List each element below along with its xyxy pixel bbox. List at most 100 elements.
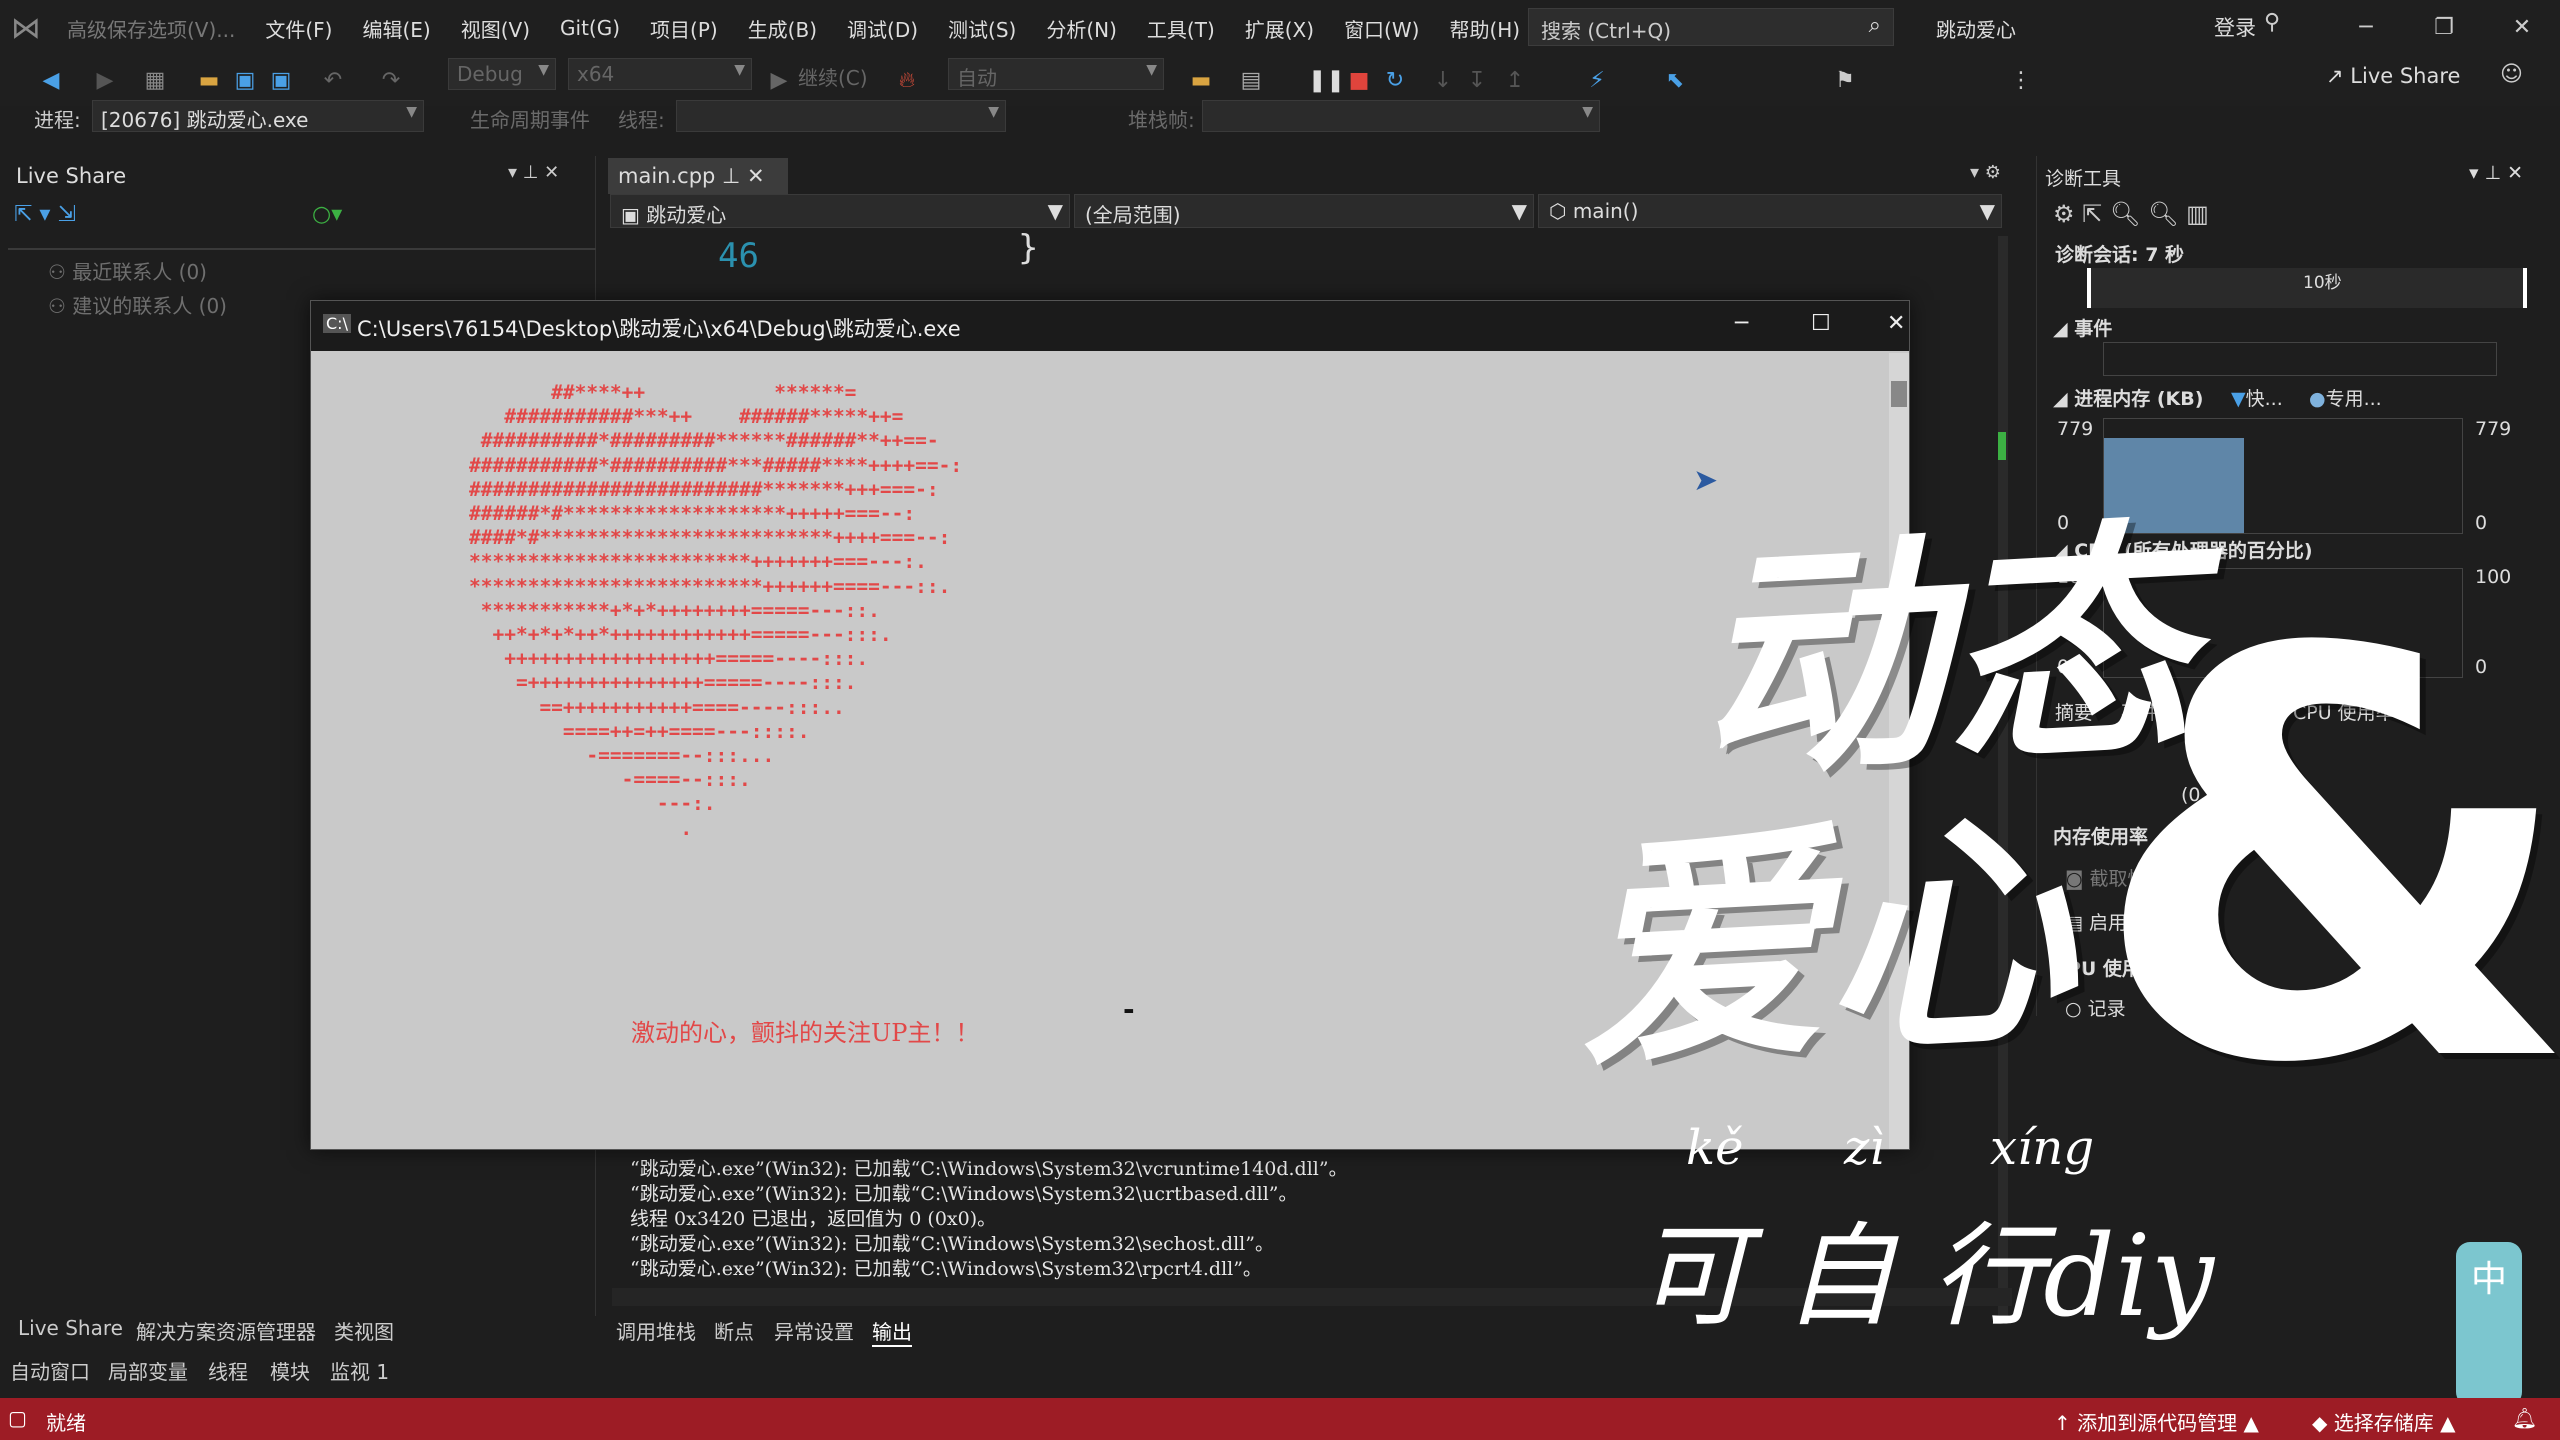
restore-icon[interactable]: ❐	[2424, 8, 2464, 48]
menu-debug[interactable]: 调试(D)	[832, 14, 933, 43]
status-circle-icon[interactable]: ○▾	[312, 202, 342, 227]
undo-icon[interactable]: ↶	[318, 66, 348, 96]
menu-window[interactable]: 窗口(W)	[1329, 14, 1434, 43]
save-icon[interactable]: ▣	[230, 66, 260, 96]
overflow-icon[interactable]: ⋮	[2006, 66, 2036, 96]
back-icon[interactable]: ◀	[36, 66, 66, 96]
login-button[interactable]: 登录	[2214, 12, 2256, 42]
tab-main-cpp[interactable]: main.cpp ⊥ ✕	[608, 158, 788, 194]
hot-reload-icon[interactable]: 🔥︎	[892, 66, 922, 96]
menu-build[interactable]: 生成(B)	[733, 14, 832, 43]
tab-call-stack[interactable]: 调用堆栈	[616, 1316, 696, 1345]
mem-max-right: 779	[2475, 418, 2512, 440]
minimize-icon[interactable]: ─	[2346, 8, 2386, 48]
pause-icon[interactable]: ❚❚	[1308, 66, 1345, 96]
mem-legend-2[interactable]: ●专用...	[2309, 384, 2382, 411]
heart-line: -=======--:::...	[469, 744, 775, 768]
events-header[interactable]: ◢ 事件	[2053, 314, 2112, 341]
tab-exceptions[interactable]: 异常设置	[774, 1316, 854, 1345]
step-into-icon[interactable]: ↓	[1428, 66, 1458, 96]
tab-modules[interactable]: 模块	[270, 1356, 310, 1385]
share-icon[interactable]: ⇱ ▾ ⇲	[14, 202, 76, 227]
continue-label[interactable]: 继续(C)	[798, 62, 868, 91]
nav-scope-combo[interactable]: (全局范围) ▼	[1074, 194, 1534, 228]
config-combo[interactable]: Debug ▼	[448, 58, 556, 90]
nav-file-combo[interactable]: ▣ 跳动爱心 ▼	[610, 194, 1070, 228]
step-over-icon[interactable]: ↧	[1462, 66, 1492, 96]
lifecycle-events[interactable]: 生命周期事件	[470, 104, 590, 133]
nav-scope-value: (全局范围)	[1085, 203, 1181, 227]
layout-icon[interactable]: ▤	[1236, 66, 1266, 96]
process-combo[interactable]: [20676] 跳动爱心.exe ▼	[92, 100, 424, 132]
account-icon[interactable]: ⚲	[2264, 10, 2280, 35]
diag-toolbar-icons[interactable]: ⚙ ⇱ 🔍︎ 🔍︎ ▥	[2053, 200, 2209, 228]
notification-icon[interactable]: 🔔︎	[2512, 1406, 2537, 1430]
select-repo[interactable]: ◆ 选择存储库 ▲	[2312, 1407, 2456, 1436]
platform-combo[interactable]: x64 ▼	[568, 58, 752, 90]
continue-icon[interactable]: ▶	[764, 66, 794, 96]
menu-file[interactable]: 文件(F)	[250, 14, 347, 43]
open-folder-icon[interactable]: ▬	[194, 66, 224, 96]
recent-contacts[interactable]: ⚇ 最近联系人 (0)	[48, 256, 207, 285]
nav-func-combo[interactable]: ⬡ main() ▼	[1538, 194, 2002, 228]
console-app-icon: C:\	[323, 314, 351, 333]
ime-indicator[interactable]: 中	[2456, 1242, 2522, 1406]
menu-git[interactable]: Git(G)	[545, 16, 635, 40]
menu-view[interactable]: 视图(V)	[446, 14, 545, 43]
stop-icon[interactable]: ■	[1344, 66, 1374, 96]
vs-logo-icon[interactable]: ⋈	[0, 0, 52, 56]
pin-icon[interactable]: ▾ ⊥ ✕	[508, 162, 559, 183]
save-all-icon[interactable]: ▣	[266, 66, 296, 96]
menu-tools[interactable]: 工具(T)	[1132, 14, 1230, 43]
search-placeholder: 搜索 (Ctrl+Q)	[1541, 19, 1672, 43]
console-close-icon[interactable]: ✕	[1887, 311, 1905, 336]
menu-test[interactable]: 测试(S)	[933, 14, 1031, 43]
menu-analyze[interactable]: 分析(N)	[1031, 14, 1132, 43]
menu-extensions[interactable]: 扩展(X)	[1230, 14, 1329, 43]
new-item-icon[interactable]: ▦	[140, 66, 170, 96]
forward-icon[interactable]: ▶	[90, 66, 120, 96]
suggested-contacts[interactable]: ⚇ 建议的联系人 (0)	[48, 290, 227, 319]
bookmark-icon[interactable]: ⚑	[1830, 66, 1860, 96]
overlay-pinyin-2: zì	[1844, 1120, 1885, 1176]
redo-icon[interactable]: ↷	[376, 66, 406, 96]
add-source-control[interactable]: ↑ 添加到源代码管理 ▲	[2054, 1407, 2259, 1436]
tab-breakpoints[interactable]: 断点	[714, 1316, 754, 1345]
tab-solution-explorer[interactable]: 解决方案资源管理器	[136, 1316, 316, 1345]
tab-threads[interactable]: 线程	[208, 1356, 248, 1385]
console-scroll-thumb[interactable]	[1891, 381, 1907, 407]
tab-output[interactable]: 输出	[872, 1316, 912, 1347]
restart-icon[interactable]: ↻	[1380, 66, 1410, 96]
pointer-icon[interactable]: ⬉	[1660, 66, 1690, 96]
tab-autos[interactable]: 自动窗口	[10, 1356, 90, 1385]
step-out-icon[interactable]: ↥	[1500, 66, 1530, 96]
mem-legend-1[interactable]: ▼快...	[2231, 384, 2283, 411]
search-input[interactable]: 搜索 (Ctrl+Q) ⌕	[1528, 8, 1894, 46]
console-minimize-icon[interactable]: ─	[1735, 311, 1748, 336]
folder-icon[interactable]: ▬	[1186, 66, 1216, 96]
diag-window-icons[interactable]: ▾ ⊥ ✕	[2469, 162, 2523, 184]
diagnostic-icon[interactable]: ⚡︎	[1582, 66, 1612, 96]
select-repo-label: 选择存储库	[2333, 1411, 2434, 1435]
tab-live-share[interactable]: Live Share	[18, 1316, 123, 1340]
config-value: Debug	[457, 62, 523, 86]
memory-header[interactable]: ◢ 进程内存 (KB)	[2053, 384, 2203, 411]
feedback-icon[interactable]: ☺	[2500, 62, 2523, 87]
thread-combo[interactable]: ▼	[676, 100, 1006, 132]
menu-edit[interactable]: 编辑(E)	[347, 14, 445, 43]
live-share-button[interactable]: ↗ Live Share	[2326, 64, 2460, 88]
tab-watch1[interactable]: 监视 1	[330, 1356, 389, 1385]
recent-contacts-label: 最近联系人 (0)	[72, 260, 207, 284]
stackframe-combo[interactable]: ▼	[1202, 100, 1600, 132]
editor-options-icon[interactable]: ▾ ⚙	[1970, 162, 2001, 183]
tab-class-view[interactable]: 类视图	[334, 1316, 394, 1345]
thread-label: 线程:	[618, 108, 665, 132]
menu-help[interactable]: 帮助(H)	[1434, 14, 1535, 43]
console-titlebar[interactable]: C:\ C:\Users\76154\Desktop\跳动爱心\x64\Debu…	[311, 301, 1909, 351]
overlay-handwriting: 可 自 行diy	[1636, 1212, 2214, 1342]
auto-combo[interactable]: 自动 ▼	[948, 58, 1164, 90]
tab-locals[interactable]: 局部变量	[108, 1356, 188, 1385]
menu-project[interactable]: 项目(P)	[635, 14, 733, 43]
console-maximize-icon[interactable]: ☐	[1811, 311, 1831, 336]
close-icon[interactable]: ✕	[2502, 8, 2542, 48]
